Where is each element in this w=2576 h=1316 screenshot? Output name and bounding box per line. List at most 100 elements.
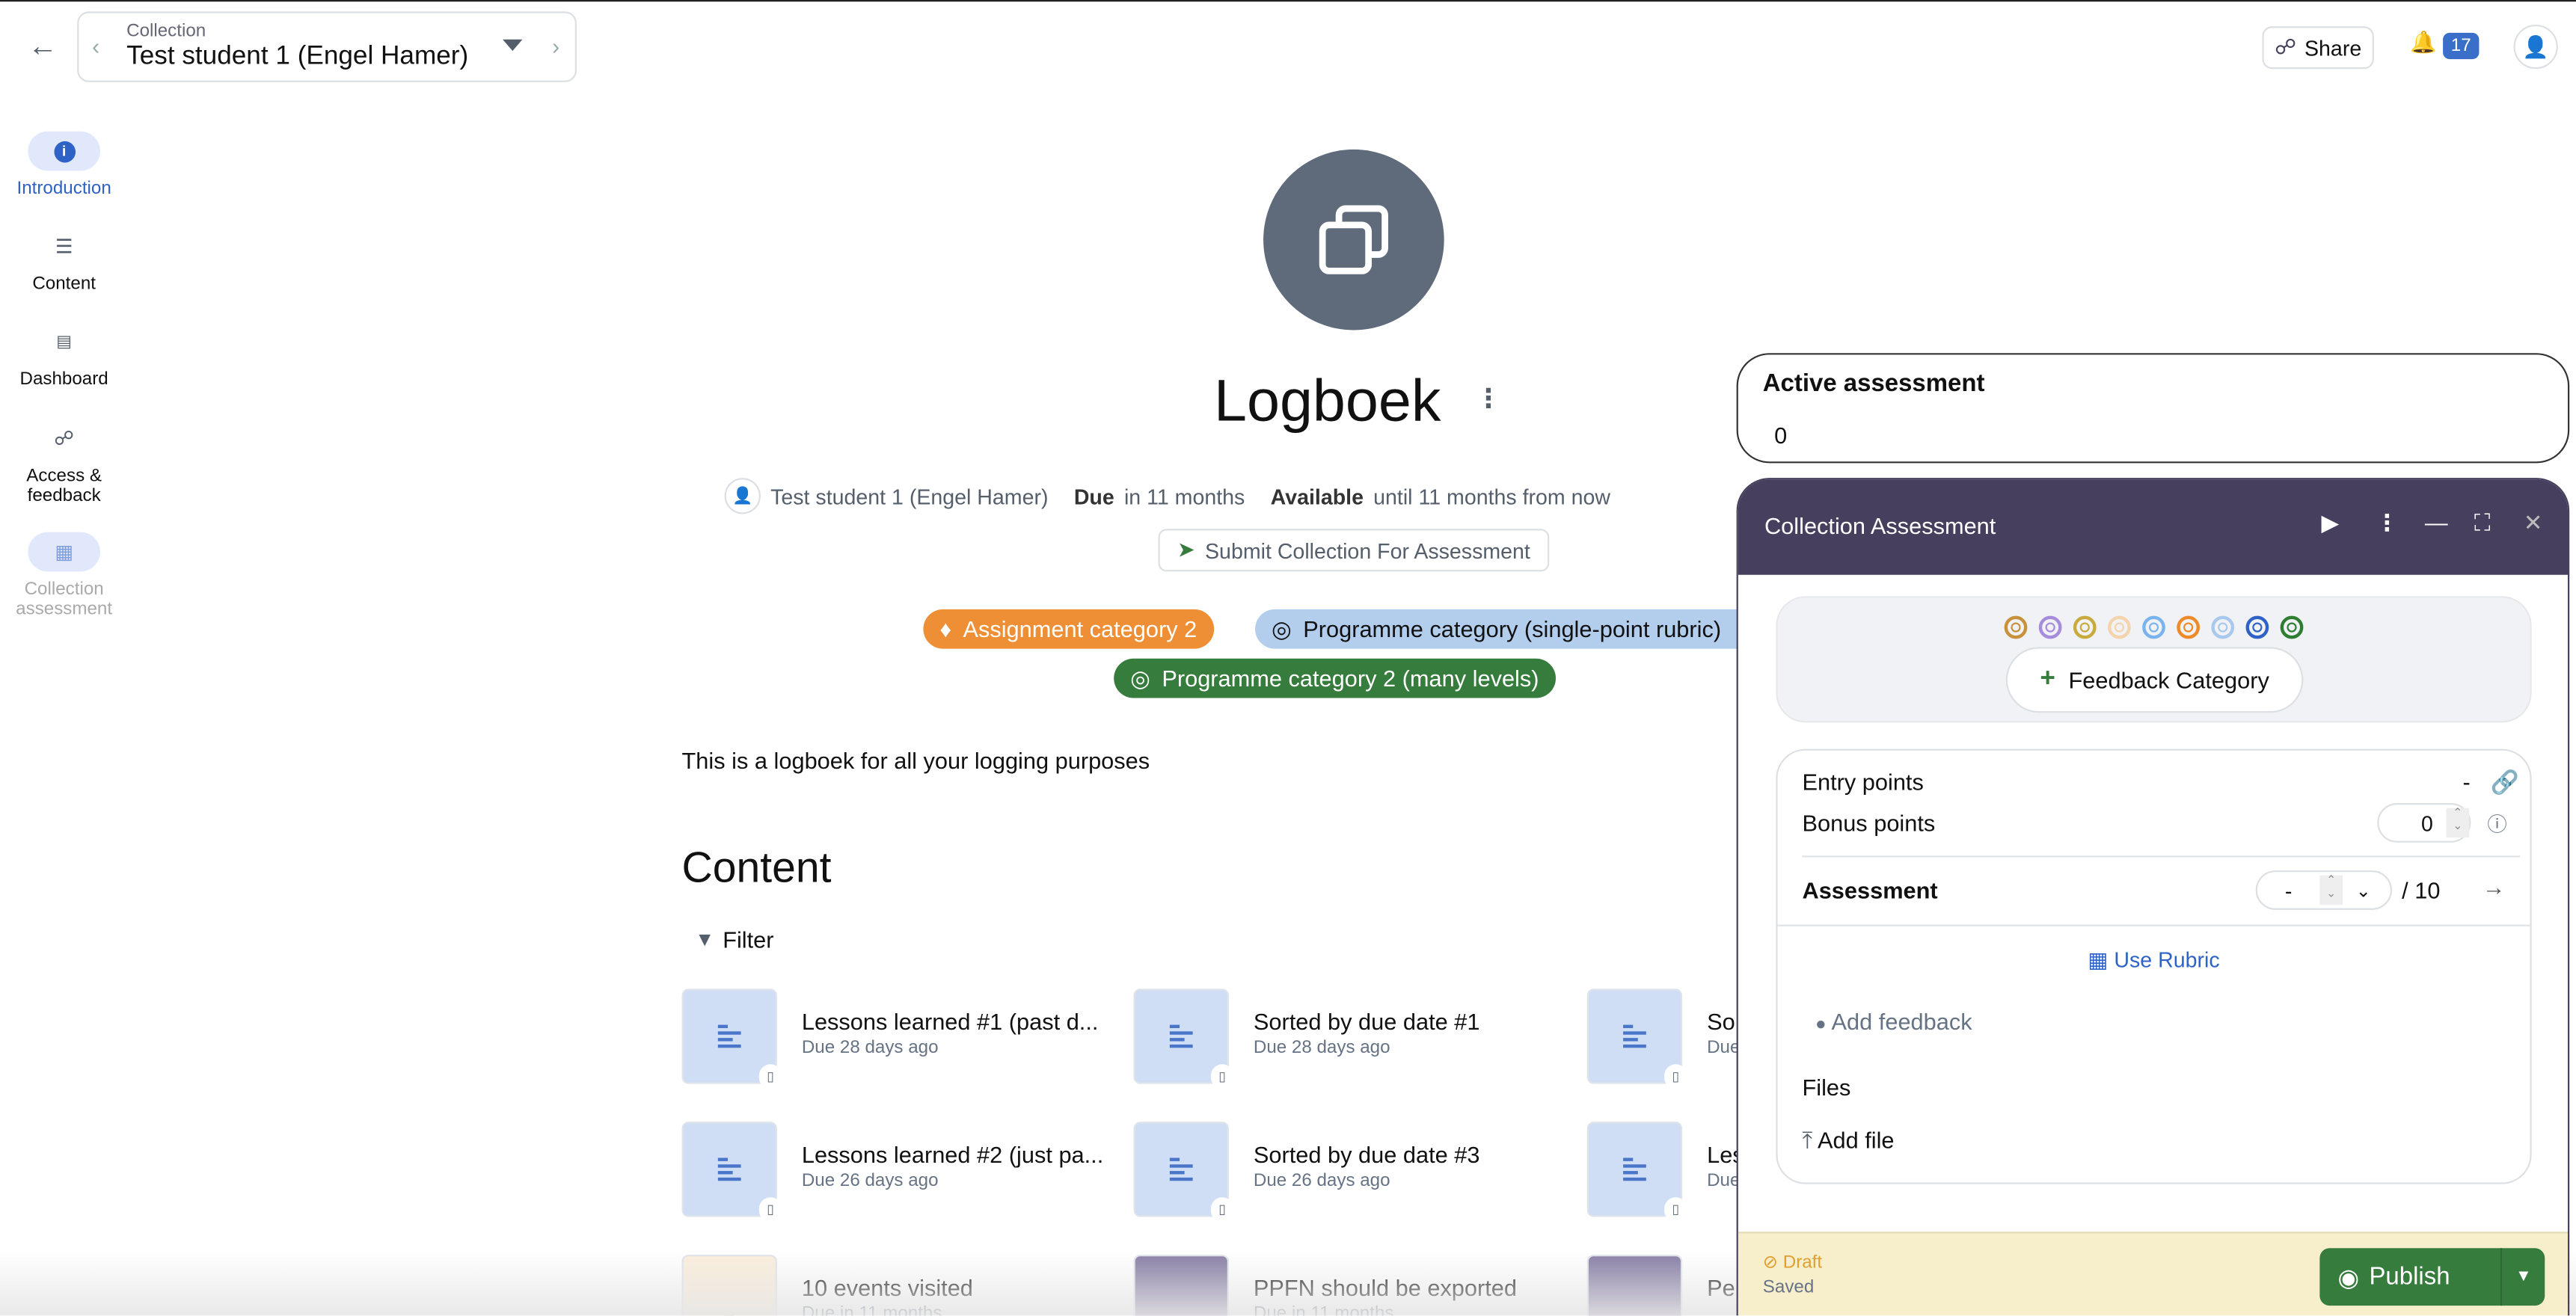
stepper-icon[interactable]: ⌃ ⌄ — [2446, 808, 2470, 838]
bonus-points-input[interactable]: 0 ⌃ ⌄ — [2377, 803, 2471, 843]
plus-icon: + — [2040, 665, 2055, 693]
sidebar-item-introduction[interactable]: i Introduction — [0, 131, 128, 199]
bonus-points-label: Bonus points — [1802, 809, 1936, 836]
tag-programme-category[interactable]: ◎ Programme category (single-point rubric… — [1255, 609, 1797, 649]
minimize-icon[interactable]: — — [2425, 509, 2448, 535]
list-icon: ☰ — [55, 235, 73, 258]
item-name: Sorted by due date #1 — [1253, 1008, 1480, 1035]
stepper-icon[interactable]: ⌃ ⌄ — [2319, 875, 2343, 905]
publish-options-caret-icon[interactable]: ▼ — [2500, 1248, 2545, 1306]
item-name: Lessons learned #2 (just pa... — [801, 1141, 1104, 1168]
next-chevron-icon[interactable]: › — [552, 33, 559, 59]
category-target-icon[interactable] — [2211, 615, 2235, 639]
tag-assignment-category[interactable]: ♦ Assignment category 2 — [923, 609, 1214, 649]
entry-points-label: Entry points — [1802, 768, 1924, 796]
category-target-icon[interactable] — [2177, 615, 2201, 639]
category-target-icon[interactable] — [2280, 615, 2304, 639]
collection-meta: 👤 Test student 1 (Engel Hamer) Due in 11… — [724, 478, 1611, 514]
content-item[interactable]: ▯ Lessons learned #2 (just pa... Due 26 da… — [681, 1122, 1126, 1223]
collection-label: Collection — [126, 21, 206, 41]
active-assessment-value: 0 — [1774, 422, 1788, 449]
sidebar-item-access-feedback[interactable]: ☍ Access & feedback — [0, 419, 128, 505]
back-arrow-icon[interactable]: ← — [28, 30, 58, 64]
notification-badge[interactable]: 17 — [2443, 32, 2480, 60]
document-icon — [717, 1021, 741, 1051]
submit-collection-button[interactable]: ➤ Submit Collection For Assessment — [1158, 529, 1550, 572]
close-icon[interactable]: ✕ — [2524, 509, 2543, 537]
content-item[interactable]: ▯ Lessons learned #1 (past d... Due 28 day… — [681, 988, 1126, 1089]
content-item[interactable]: ▯ Sorted by due date #3 Due 26 days ago — [1133, 1122, 1577, 1223]
dropdown-caret-icon[interactable] — [503, 39, 523, 52]
item-name: Lessons learned #1 (past d... — [801, 1008, 1099, 1035]
target-icon: ◎ — [1272, 615, 1292, 642]
arrow-right-icon[interactable]: → — [2483, 874, 2506, 900]
collection-icon-circle — [1263, 149, 1444, 330]
publish-button[interactable]: ◉ Publish ▼ — [2319, 1248, 2545, 1306]
sidebar-item-content[interactable]: ☰ Content — [0, 227, 128, 294]
previous-chevron-icon[interactable]: ‹ — [92, 33, 99, 59]
sidebar-toggle-icon[interactable]: ▶ — [2322, 509, 2340, 537]
item-thumbnail: ▯ — [681, 1122, 782, 1223]
comment-icon: ● — [1815, 1015, 1827, 1035]
share-button[interactable]: ☍ Share — [2262, 26, 2374, 70]
more-options-icon[interactable]: ⋮ — [1475, 383, 1501, 416]
due-label: Due — [1073, 483, 1114, 508]
filter-button[interactable]: ▼ Filter — [695, 926, 773, 953]
filter-icon: ▼ — [695, 927, 715, 951]
draft-label: Draft — [1782, 1252, 1823, 1273]
person-icon: 👤 — [724, 478, 761, 514]
document-icon — [1623, 1021, 1646, 1051]
info-icon: i — [53, 140, 75, 162]
category-target-icon[interactable] — [2245, 615, 2269, 639]
collection-selector[interactable]: ‹ Collection Test student 1 (Engel Hamer… — [77, 11, 577, 82]
panel-footer: ⊘ Draft Saved ◉ Publish ▼ — [1738, 1232, 2569, 1316]
feedback-category-label: Feedback Category — [2068, 666, 2269, 693]
entry-points-value: - — [2462, 768, 2471, 796]
share-label: Share — [2304, 35, 2362, 61]
category-target-icon[interactable] — [2073, 615, 2097, 639]
files-label: Files — [1802, 1074, 1851, 1101]
eye-slash-icon: ⊘ — [1762, 1252, 1779, 1273]
table-icon: ▦ — [2088, 947, 2109, 973]
tag-label: Programme category (single-point rubric) — [1303, 615, 1722, 642]
panel-title: Collection Assessment — [1764, 512, 1996, 539]
content-heading: Content — [681, 842, 832, 892]
sidebar-item-dashboard[interactable]: ▤ Dashboard — [0, 322, 128, 390]
add-file-label: Add file — [1817, 1126, 1895, 1153]
item-due: Due 28 days ago — [801, 1038, 939, 1058]
add-file-button[interactable]: ⤒ Add file — [1802, 1127, 1894, 1154]
add-feedback-button[interactable]: ● Add feedback — [1815, 1009, 1972, 1035]
share-icon: ☍ — [2275, 34, 2297, 60]
category-target-icon[interactable] — [2004, 615, 2028, 639]
more-options-icon[interactable]: ⋮ — [2376, 509, 2399, 537]
use-rubric-button[interactable]: ▦ Use Rubric — [1778, 947, 2530, 974]
user-avatar[interactable]: 👤 — [2513, 24, 2558, 70]
tag-programme-category-2[interactable]: ◎ Programme category 2 (many levels) — [1114, 658, 1556, 698]
tag-icon: ♦ — [939, 615, 952, 642]
description: This is a logboek for all your logging p… — [681, 747, 1150, 774]
chevron-down-icon[interactable]: ⌄ — [2356, 879, 2371, 900]
bell-icon[interactable]: 🔔 — [2410, 30, 2437, 56]
link-icon[interactable]: 🔗 — [2491, 769, 2519, 796]
sidebar-item-label: Introduction — [16, 179, 111, 199]
add-feedback-category-button[interactable]: + Feedback Category — [2005, 647, 2304, 713]
upload-icon: ⤒ — [1802, 1126, 1813, 1153]
info-icon[interactable]: ⓘ — [2487, 810, 2506, 837]
assessment-card: Entry points - 🔗 Bonus points 0 ⌃ ⌄ ⓘ Asse… — [1776, 748, 2532, 1184]
eye-icon: ◉ — [2337, 1264, 2360, 1292]
item-name: Sorted by due date #3 — [1253, 1141, 1480, 1168]
available-value: until 11 months from now — [1373, 483, 1611, 508]
assessment-input[interactable]: - ⌃ ⌄ ⌄ — [2255, 870, 2393, 910]
category-target-icon[interactable] — [2142, 615, 2165, 639]
sidebar-item-collection-assessment[interactable]: ▦ Collection assessment — [0, 532, 128, 619]
assessment-max: / 10 — [2402, 876, 2441, 904]
item-thumbnail: ▯ — [681, 988, 782, 1089]
item-thumbnail: ▯ — [1586, 988, 1687, 1089]
content-item[interactable]: ▯ Sorted by due date #1 Due 28 days ago — [1133, 988, 1577, 1089]
fullscreen-icon[interactable]: ⛶ — [2474, 509, 2491, 537]
sidebar-item-label: Access & feedback — [26, 466, 102, 506]
assessment-label: Assessment — [1802, 876, 1938, 904]
category-target-icon[interactable] — [2038, 615, 2062, 639]
category-target-icon[interactable] — [2108, 615, 2131, 639]
calendar-icon: ▯ — [758, 1064, 782, 1089]
